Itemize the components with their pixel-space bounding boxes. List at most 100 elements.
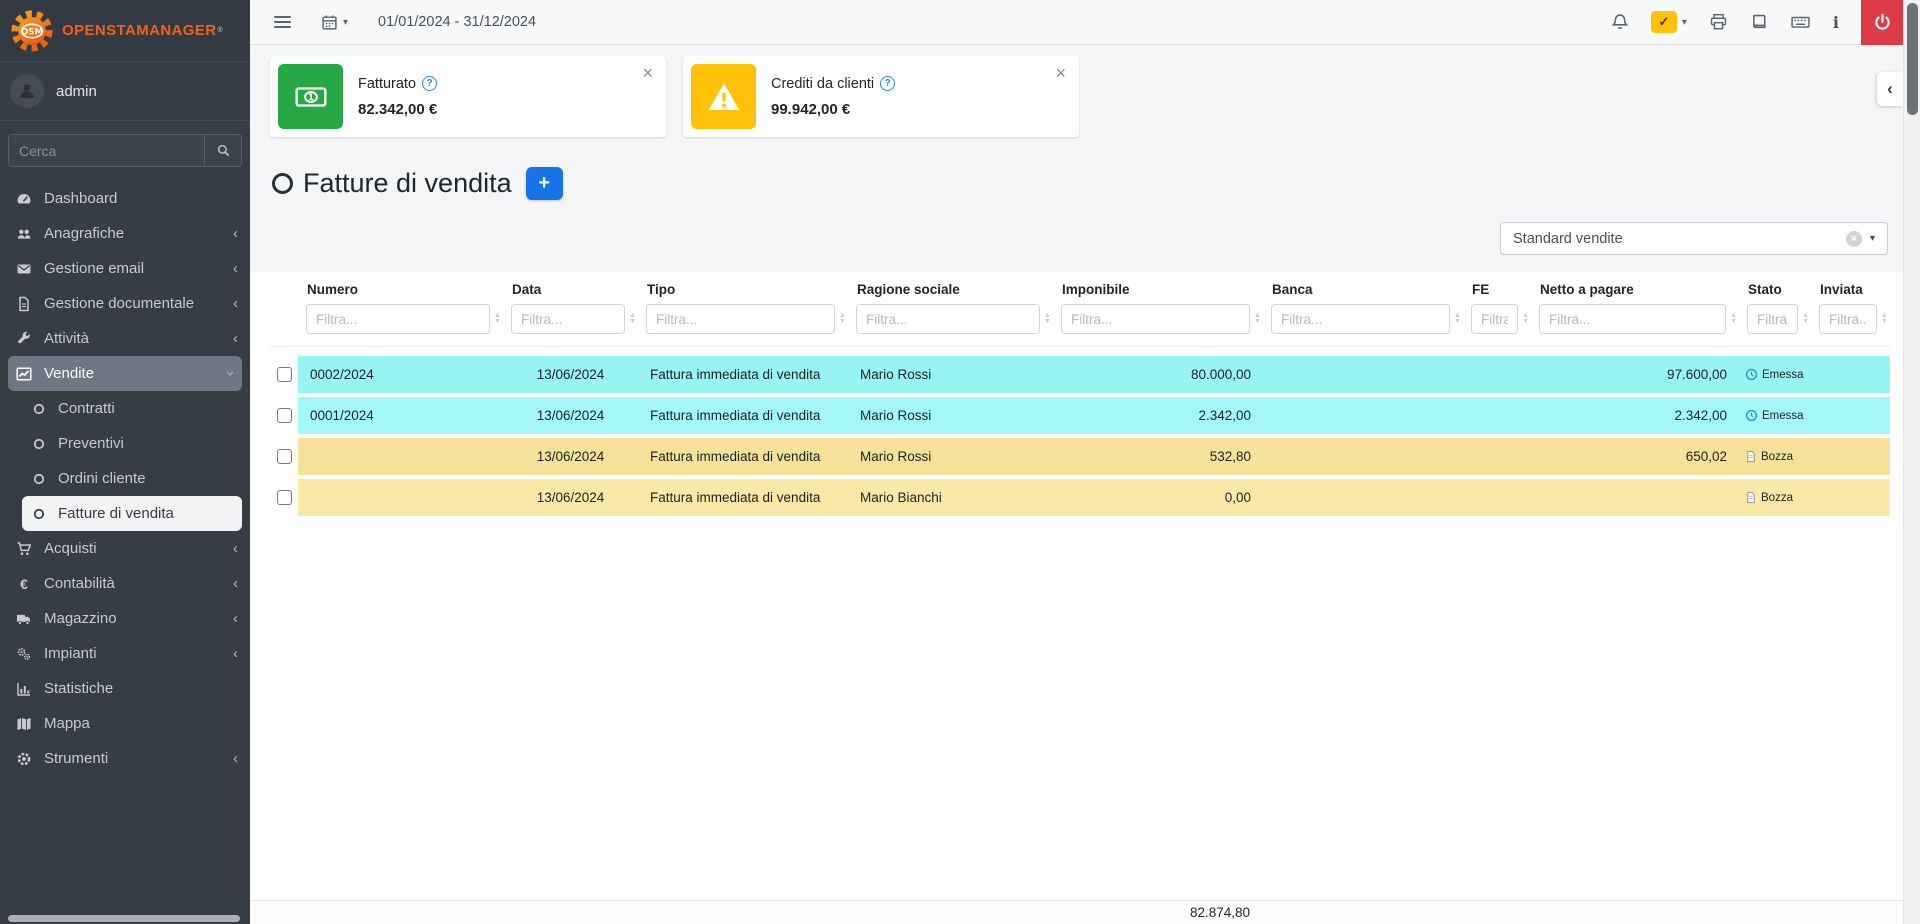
col-header-ragione-sociale[interactable]: Ragione sociale (848, 282, 1053, 300)
sidebar-item-magazzino[interactable]: Magazzino ‹ (0, 601, 250, 636)
sidebar-item-vendite[interactable]: Vendite ‹ (8, 356, 242, 391)
cell-data: 13/06/2024 (503, 397, 638, 434)
sidebar-item-gestione-documentale[interactable]: Gestione documentale ‹ (0, 286, 250, 321)
table-row[interactable]: 0002/2024 13/06/2024 Fattura immediata d… (270, 356, 1890, 393)
close-icon[interactable]: × (1055, 64, 1066, 82)
bar-chart-icon (14, 681, 34, 697)
sort-icon[interactable]: ▲▼ (1254, 313, 1263, 325)
sort-icon[interactable]: ▲▼ (1454, 313, 1463, 325)
sort-icon[interactable]: ▲▼ (1730, 313, 1739, 325)
calendar-picker[interactable]: ▾ (321, 14, 348, 31)
sidebar-item-contratti[interactable]: Contratti (0, 391, 250, 426)
clear-icon[interactable]: × (1846, 231, 1862, 247)
row-checkbox[interactable] (277, 490, 292, 505)
docs-button[interactable] (1750, 13, 1768, 31)
filter-stato-input[interactable] (1747, 304, 1798, 334)
sidebar-item-contabilita[interactable]: € Contabilità ‹ (0, 566, 250, 601)
cell-numero (298, 479, 503, 516)
sidebar-item-anagrafiche[interactable]: Anagrafiche ‹ (0, 216, 250, 251)
cell-numero: 0002/2024 (298, 356, 503, 393)
cell-tipo: Fattura immediata di vendita (638, 397, 848, 434)
filter-inviata-input[interactable] (1819, 304, 1877, 334)
file-icon (1745, 491, 1757, 504)
caret-down-icon[interactable]: ▾ (1682, 17, 1687, 28)
table-row[interactable]: 13/06/2024 Fattura immediata di vendita … (270, 479, 1890, 516)
cell-imponibile: 80.000,00 (1053, 356, 1263, 393)
col-header-netto-a-pagare[interactable]: Netto a pagare (1531, 282, 1739, 300)
col-header-inviata[interactable]: Inviata (1811, 282, 1890, 300)
chart-line-icon (14, 366, 34, 382)
view-select[interactable]: Standard vendite × ▾ (1500, 222, 1888, 255)
sidebar-item-fatture-di-vendita[interactable]: Fatture di vendita (22, 496, 242, 531)
info-button[interactable]: i (1833, 13, 1839, 32)
sort-icon[interactable]: ▲▼ (1802, 313, 1811, 325)
filter-tipo-input[interactable] (646, 304, 835, 334)
sidebar-item-dashboard[interactable]: Dashboard (0, 181, 250, 216)
help-icon[interactable]: ? (880, 76, 895, 91)
filter-ragione-input[interactable] (856, 304, 1040, 334)
sort-icon[interactable]: ▲▼ (1881, 313, 1890, 325)
filter-numero-input[interactable] (306, 304, 490, 334)
sidebar-item-ordini-cliente[interactable]: Ordini cliente (0, 461, 250, 496)
avatar (10, 74, 44, 108)
col-header-data[interactable]: Data (503, 282, 638, 300)
sidebar-item-statistiche[interactable]: Statistiche (0, 671, 250, 706)
chevron-left-icon: ‹ (233, 261, 238, 276)
sidebar-item-preventivi[interactable]: Preventivi (0, 426, 250, 461)
logo[interactable]: OSM OpenSTAManager ® (0, 0, 250, 62)
sort-icon[interactable]: ▲▼ (839, 313, 848, 325)
col-header-imponibile[interactable]: Imponibile (1053, 282, 1263, 300)
table-row[interactable]: 13/06/2024 Fattura immediata di vendita … (270, 438, 1890, 475)
sidebar-item-attivita[interactable]: Attività ‹ (0, 321, 250, 356)
widgets-panel-toggle[interactable]: ‹ (1877, 72, 1903, 106)
menu-toggle-icon[interactable] (274, 16, 291, 28)
date-range[interactable]: 01/01/2024 - 31/12/2024 (378, 14, 536, 30)
osm-gear-logo-icon: OSM (10, 9, 54, 53)
close-icon[interactable]: × (642, 64, 653, 82)
row-checkbox[interactable] (277, 408, 292, 423)
sidebar-item-gestione-email[interactable]: Gestione email ‹ (0, 251, 250, 286)
filter-netto-input[interactable] (1539, 304, 1726, 334)
table-row[interactable]: 0001/2024 13/06/2024 Fattura immediata d… (270, 397, 1890, 434)
filter-banca-input[interactable] (1271, 304, 1450, 334)
help-icon[interactable]: ? (422, 76, 437, 91)
sort-icon[interactable]: ▲▼ (1522, 313, 1531, 325)
card-value: 99.942,00 € (771, 101, 895, 118)
notifications-button[interactable] (1611, 13, 1629, 31)
sort-icon[interactable]: ▲▼ (494, 313, 503, 325)
sidebar-item-impianti[interactable]: Impianti ‹ (0, 636, 250, 671)
col-header-numero[interactable]: Numero (298, 282, 503, 300)
filter-fe-input[interactable] (1471, 304, 1518, 334)
row-checkbox[interactable] (277, 449, 292, 464)
vertical-scrollbar[interactable] (1903, 0, 1920, 924)
card-title: Crediti da clienti (771, 76, 874, 92)
cell-ragione-sociale: Mario Rossi (848, 356, 1053, 393)
sidebar-horizontal-scrollbar[interactable] (8, 915, 240, 922)
sidebar-item-acquisti[interactable]: Acquisti ‹ (0, 531, 250, 566)
user-panel[interactable]: admin (0, 62, 250, 121)
col-header-fe[interactable]: FE (1463, 282, 1531, 300)
filter-imponibile-input[interactable] (1061, 304, 1250, 334)
printer-icon (1709, 13, 1728, 31)
search-button[interactable] (204, 134, 242, 167)
col-header-tipo[interactable]: Tipo (638, 282, 848, 300)
chevron-left-icon: ‹ (233, 611, 238, 626)
print-button[interactable] (1709, 13, 1728, 31)
sidebar-item-strumenti[interactable]: Strumenti ‹ (0, 741, 250, 776)
tasks-check-button[interactable]: ✓ (1651, 11, 1677, 33)
shortcuts-button[interactable] (1790, 13, 1811, 31)
logout-button[interactable] (1861, 0, 1903, 45)
search-input[interactable] (8, 134, 204, 167)
row-checkbox[interactable] (277, 367, 292, 382)
sidebar-item-mappa[interactable]: Mappa (0, 706, 250, 741)
scrollbar-thumb[interactable] (1907, 3, 1918, 115)
cell-ragione-sociale: Mario Bianchi (848, 479, 1053, 516)
col-header-stato[interactable]: Stato (1739, 282, 1811, 300)
filter-data-input[interactable] (511, 304, 625, 334)
sort-icon[interactable]: ▲▼ (629, 313, 638, 325)
sort-icon[interactable]: ▲▼ (1044, 313, 1053, 325)
circle-icon (30, 437, 48, 451)
add-invoice-button[interactable]: + (526, 167, 563, 200)
col-header-banca[interactable]: Banca (1263, 282, 1463, 300)
cell-tipo: Fattura immediata di vendita (638, 479, 848, 516)
